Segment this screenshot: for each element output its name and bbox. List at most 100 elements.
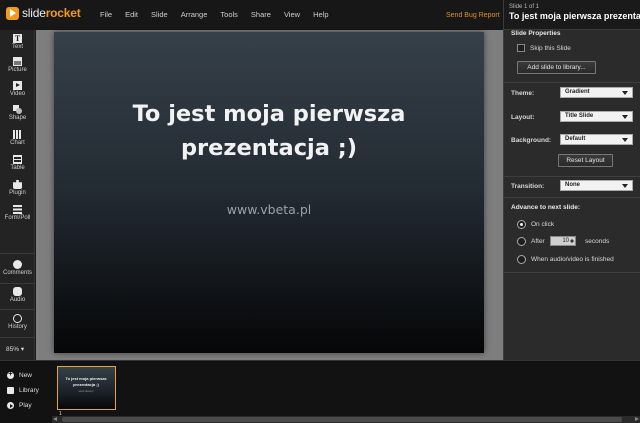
clock-icon [13, 314, 22, 323]
panel-divider [504, 82, 640, 83]
table-tool-label: Table [10, 165, 25, 171]
chart-tool-button[interactable]: Chart [0, 130, 35, 146]
slide-title-line-1: To jest moja pierwsza [132, 101, 406, 127]
menu-share[interactable]: Share [251, 10, 271, 19]
menu-bar: File Edit Slide Arrange Tools Share View… [100, 10, 342, 19]
toolbar-divider [0, 337, 35, 338]
slide-properties-title: Slide Properties [511, 30, 561, 37]
plugin-icon [13, 180, 22, 189]
play-icon [7, 402, 14, 409]
library-icon [7, 387, 14, 394]
comments-button[interactable]: Comments [0, 260, 35, 276]
shape-icon [13, 105, 22, 114]
form-poll-tool-button[interactable]: Form/Poll [0, 205, 35, 221]
slide-subtitle[interactable]: www.vbeta.pl [54, 202, 484, 217]
menu-help[interactable]: Help [313, 10, 328, 19]
when-finished-radio[interactable] [517, 255, 526, 264]
toolbar-divider [0, 309, 35, 310]
menu-view[interactable]: View [284, 10, 300, 19]
menu-arrange[interactable]: Arrange [181, 10, 208, 19]
new-label: New [19, 372, 33, 379]
layout-label: Layout: [511, 114, 535, 121]
skip-slide-checkbox[interactable] [517, 44, 525, 52]
on-click-radio[interactable] [517, 220, 526, 229]
thumbnail-title-line-1: To jest moja pierwsza [65, 376, 107, 381]
seconds-stepper[interactable]: 10 [550, 236, 576, 246]
video-tool-label: Video [9, 91, 26, 97]
slide-properties-panel: Slide 1 of 1 To jest moja pierwsza preze… [503, 0, 640, 360]
logo-text-slide: slide [22, 6, 46, 20]
picture-tool-label: Picture [8, 67, 27, 73]
slide-filmstrip: New Library Play To jest moja pierwsza p… [0, 360, 640, 423]
reset-layout-button[interactable]: Reset Layout [558, 154, 613, 167]
comments-icon [13, 260, 22, 269]
send-bug-report-link[interactable]: Send Bug Report [446, 12, 500, 19]
table-tool-button[interactable]: Table [0, 155, 35, 171]
plus-icon [7, 371, 14, 379]
panel-divider [504, 197, 640, 198]
scrollbar-thumb[interactable] [62, 417, 622, 422]
after-label: After [531, 238, 545, 245]
toolbar-divider [0, 253, 35, 254]
comments-label: Comments [2, 270, 32, 276]
slide-title-line-2: prezentacja ;) [180, 135, 358, 161]
text-tool-button[interactable]: T Text [0, 34, 35, 50]
menu-slide[interactable]: Slide [151, 10, 168, 19]
new-slide-button[interactable]: New [7, 371, 33, 379]
library-button[interactable]: Library [7, 387, 39, 394]
add-to-library-button[interactable]: Add slide to library... [517, 61, 596, 74]
history-label: History [8, 324, 27, 330]
thumbnail-title: To jest moja pierwsza prezentacja ;) [58, 376, 114, 387]
slide-title[interactable]: To jest moja pierwsza prezentacja ;) [54, 97, 484, 165]
scroll-right-arrow-icon[interactable] [635, 417, 639, 421]
skip-slide-label: Skip this Slide [530, 45, 571, 52]
menu-file[interactable]: File [100, 10, 112, 19]
filmstrip-scrollbar[interactable] [52, 416, 640, 423]
history-button[interactable]: History [0, 314, 35, 330]
text-tool-label: Text [11, 44, 23, 50]
theme-dropdown[interactable]: Gradient [560, 87, 633, 98]
slide-canvas[interactable]: To jest moja pierwsza prezentacja ;) www… [54, 32, 484, 353]
picture-icon [13, 57, 22, 66]
layout-dropdown[interactable]: Title Slide [560, 111, 633, 122]
insert-toolbar: T Text Picture Video Shape Chart Table P… [0, 30, 35, 360]
audio-label: Audio [9, 297, 26, 303]
advance-title: Advance to next slide: [511, 204, 580, 211]
text-icon: T [13, 34, 22, 43]
chart-tool-label: Chart [10, 140, 25, 146]
app-logo: slide rocket [6, 6, 81, 20]
menu-tools[interactable]: Tools [220, 10, 238, 19]
slide-counter: Slide 1 of 1 [509, 4, 540, 10]
form-poll-tool-label: Form/Poll [4, 215, 31, 221]
on-click-label: On click [531, 221, 555, 228]
play-label: Play [19, 402, 32, 409]
audio-button[interactable]: Audio [0, 287, 35, 303]
when-finished-label: When audio/video is finished [531, 256, 614, 263]
theme-label: Theme: [511, 90, 535, 97]
microphone-icon [13, 287, 22, 296]
zoom-value: 85% [6, 346, 20, 353]
background-dropdown[interactable]: Default [560, 134, 633, 145]
shape-tool-label: Shape [8, 115, 27, 121]
scroll-left-arrow-icon[interactable] [53, 417, 57, 421]
form-poll-icon [13, 205, 22, 214]
after-radio[interactable] [517, 237, 526, 246]
transition-label: Transition: [511, 183, 545, 190]
slide-thumbnail[interactable]: To jest moja pierwsza prezentacja ;) www… [57, 366, 116, 410]
slide-name: To jest moja pierwsza prezentacja ;) [509, 11, 640, 21]
shape-tool-button[interactable]: Shape [0, 105, 35, 121]
plugin-tool-label: Plugin [9, 190, 26, 196]
table-icon [13, 155, 22, 164]
seconds-label: seconds [585, 238, 610, 245]
plugin-tool-button[interactable]: Plugin [0, 180, 35, 196]
menu-edit[interactable]: Edit [125, 10, 138, 19]
chart-icon [13, 130, 22, 139]
background-label: Background: [511, 137, 552, 144]
video-tool-button[interactable]: Video [0, 81, 35, 97]
thumbnail-subtitle: www.vbeta.pl [78, 390, 94, 393]
picture-tool-button[interactable]: Picture [0, 57, 35, 73]
transition-dropdown[interactable]: None [560, 180, 633, 191]
video-icon [13, 81, 22, 90]
zoom-dropdown[interactable]: 85% ▾ [6, 345, 24, 353]
play-button[interactable]: Play [7, 402, 32, 409]
